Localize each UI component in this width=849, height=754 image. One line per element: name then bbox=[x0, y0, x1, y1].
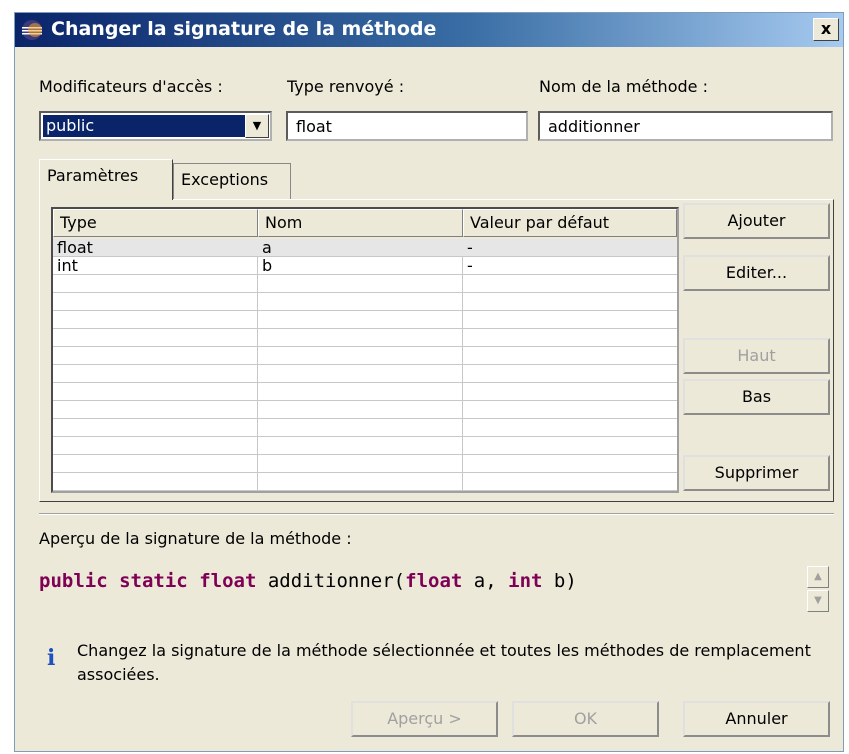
move-down-button[interactable]: Bas bbox=[683, 379, 830, 415]
cancel-button[interactable]: Annuler bbox=[683, 701, 830, 737]
info-icon: i bbox=[47, 645, 56, 671]
empty-row bbox=[53, 365, 677, 383]
empty-row bbox=[53, 311, 677, 329]
tab-exceptions[interactable]: Exceptions bbox=[173, 163, 291, 199]
preview-button[interactable]: Aperçu > bbox=[351, 701, 498, 737]
dialog-title: Changer la signature de la méthode bbox=[51, 18, 437, 40]
empty-row bbox=[53, 329, 677, 347]
cell-type: int bbox=[57, 256, 78, 275]
close-icon: x bbox=[820, 19, 832, 38]
cell-name: b bbox=[262, 256, 273, 275]
return-type-input[interactable]: float bbox=[286, 111, 528, 141]
scroll-up-arrow-icon[interactable]: ▲ bbox=[807, 566, 829, 588]
return-type-label: Type renvoyé : bbox=[287, 77, 405, 96]
signature-preview-label: Aperçu de la signature de la méthode : bbox=[39, 529, 352, 548]
method-name-input[interactable]: additionner bbox=[538, 111, 833, 141]
param1-name: a, bbox=[473, 570, 497, 592]
title-bar: Changer la signature de la méthode x bbox=[15, 13, 843, 47]
info-message: Changez la signature de la méthode sélec… bbox=[77, 641, 811, 684]
tab-parameters[interactable]: Paramètres bbox=[39, 159, 173, 200]
table-header: Type Nom Valeur par défaut bbox=[53, 209, 677, 239]
table-row[interactable]: float a - bbox=[53, 238, 677, 257]
table-row[interactable]: int b - bbox=[53, 256, 677, 275]
ok-button[interactable]: OK bbox=[512, 701, 659, 737]
add-button[interactable]: Ajouter bbox=[683, 203, 830, 239]
cell-default: - bbox=[467, 256, 473, 275]
access-modifiers-label: Modificateurs d'accès : bbox=[39, 77, 223, 96]
remove-button[interactable]: Supprimer bbox=[683, 455, 830, 491]
keyword-public: public bbox=[39, 570, 108, 592]
close-button[interactable]: x bbox=[813, 18, 839, 41]
cell-type: float bbox=[57, 238, 93, 257]
access-modifiers-select[interactable]: public ▼ bbox=[39, 111, 272, 141]
cell-name: a bbox=[262, 238, 272, 257]
access-modifiers-value: public bbox=[43, 115, 249, 137]
separator bbox=[39, 513, 834, 515]
empty-row bbox=[53, 437, 677, 455]
keyword-static: static bbox=[119, 570, 188, 592]
signature-preview-code: public static float additionner(float a,… bbox=[39, 570, 577, 592]
method-name-label: Nom de la méthode : bbox=[539, 77, 708, 96]
scroll-down-arrow-icon[interactable]: ▼ bbox=[807, 590, 829, 612]
empty-row bbox=[53, 347, 677, 365]
empty-row bbox=[53, 383, 677, 401]
move-up-button[interactable]: Haut bbox=[683, 338, 830, 374]
keyword-param2-type: int bbox=[508, 570, 543, 592]
edit-button[interactable]: Editer... bbox=[683, 255, 830, 291]
keyword-return-type: float bbox=[199, 570, 257, 592]
column-header-type[interactable]: Type bbox=[53, 209, 258, 237]
eclipse-icon bbox=[22, 20, 42, 40]
column-header-default-value[interactable]: Valeur par défaut bbox=[463, 209, 677, 237]
empty-row bbox=[53, 419, 677, 437]
change-signature-dialog: Changer la signature de la méthode x Mod… bbox=[14, 12, 844, 752]
empty-row bbox=[53, 275, 677, 293]
dropdown-arrow-icon[interactable]: ▼ bbox=[245, 114, 269, 138]
parameters-table[interactable]: Type Nom Valeur par défaut float a - int… bbox=[51, 207, 679, 493]
cell-default: - bbox=[467, 238, 473, 257]
method-name-text: additionner( bbox=[267, 570, 406, 592]
empty-row bbox=[53, 455, 677, 473]
empty-row bbox=[53, 293, 677, 311]
param2-name: b) bbox=[553, 570, 577, 592]
empty-row bbox=[53, 473, 677, 491]
keyword-param1-type: float bbox=[405, 570, 463, 592]
empty-row bbox=[53, 401, 677, 419]
column-header-name[interactable]: Nom bbox=[258, 209, 463, 237]
